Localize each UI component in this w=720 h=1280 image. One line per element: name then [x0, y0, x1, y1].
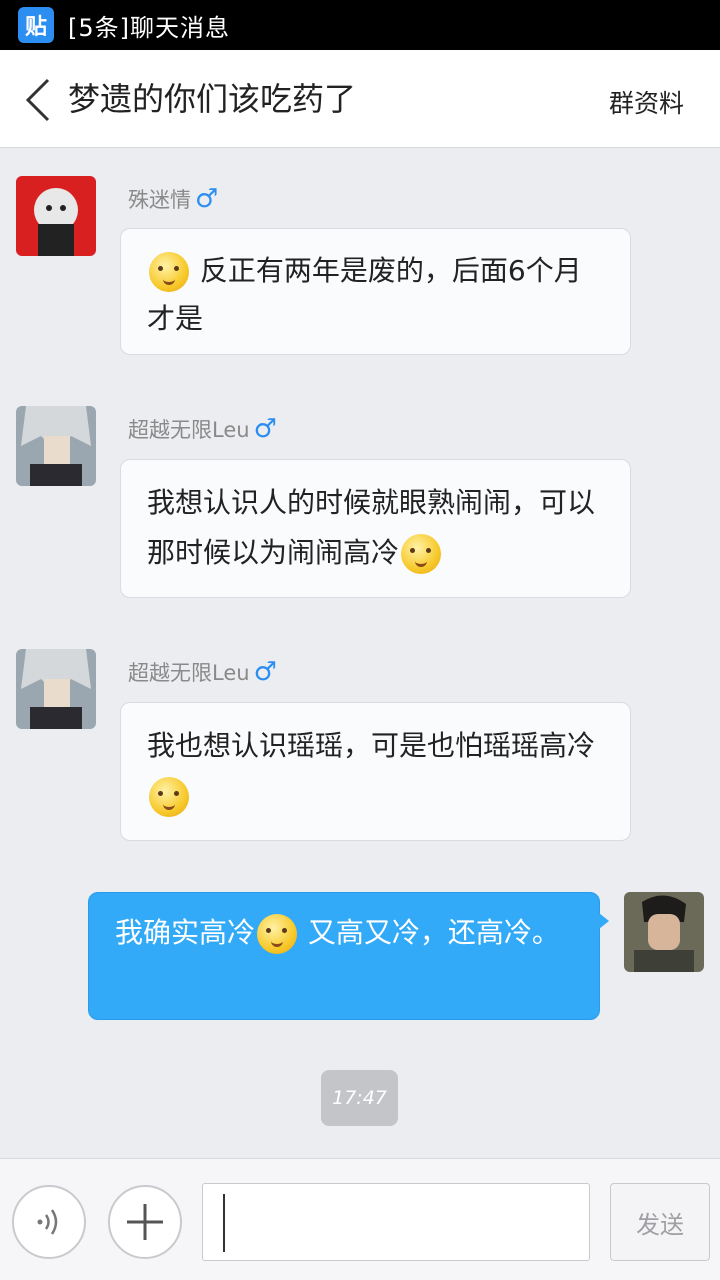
input-bar: 发送 — [0, 1158, 720, 1280]
text-caret — [223, 1194, 225, 1252]
send-button[interactable]: 发送 — [610, 1183, 710, 1261]
message-text: 我想认识人的时候就眼熟闹闹，可以那时候以为闹闹高冷 — [147, 486, 596, 569]
status-bar: 贴 [5条]聊天消息 — [0, 0, 720, 50]
message-text: 我确实高冷 — [115, 916, 256, 949]
smile-emoji-icon — [149, 252, 189, 292]
avatar[interactable] — [16, 176, 96, 256]
male-icon: ♂ — [195, 184, 219, 214]
message-bubble: 反正有两年是废的，后面6个月才是 — [120, 228, 631, 355]
nickname-text: 殊迷情 — [128, 188, 191, 212]
blush-emoji-icon — [257, 914, 298, 954]
voice-button[interactable] — [12, 1185, 86, 1259]
blush-emoji-icon — [401, 534, 442, 574]
avatar[interactable] — [16, 406, 96, 486]
message-text: 又高又冷，还高冷。 — [299, 916, 560, 949]
voice-icon — [37, 1209, 58, 1235]
timestamp: 17:47 — [321, 1070, 398, 1126]
message-bubble: 我想认识人的时候就眼熟闹闹，可以那时候以为闹闹高冷 — [120, 459, 631, 598]
avatar[interactable] — [624, 892, 704, 972]
male-icon: ♂ — [253, 657, 277, 687]
chat-title: 梦遗的你们该吃药了 — [68, 80, 357, 118]
blush-emoji-icon — [149, 777, 189, 817]
avatar[interactable] — [16, 649, 96, 729]
nickname-text: 超越无限Leu — [128, 661, 250, 685]
message-input[interactable] — [202, 1183, 590, 1261]
chat-header: 梦遗的你们该吃药了 群资料 — [0, 50, 720, 148]
message-bubble: 我也想认识瑶瑶，可是也怕瑶瑶高冷 — [120, 702, 631, 841]
add-button[interactable] — [108, 1185, 182, 1259]
plus-icon — [127, 1204, 163, 1240]
nickname: 殊迷情 ♂ — [128, 184, 218, 214]
back-arrow-icon[interactable] — [22, 78, 62, 122]
notification-text: [5条]聊天消息 — [68, 13, 230, 42]
nickname-text: 超越无限Leu — [128, 418, 250, 442]
message-text: 反正有两年是废的，后面6个月才是 — [147, 254, 582, 335]
group-info-button[interactable]: 群资料 — [609, 84, 684, 120]
my-message-bubble: 我确实高冷 又高又冷，还高冷。 — [88, 892, 609, 1020]
tieba-app-icon: 贴 — [18, 7, 54, 43]
male-icon: ♂ — [253, 414, 277, 444]
message-text: 我也想认识瑶瑶，可是也怕瑶瑶高冷 — [147, 729, 596, 762]
nickname: 超越无限Leu ♂ — [128, 414, 277, 444]
nickname: 超越无限Leu ♂ — [128, 657, 277, 687]
